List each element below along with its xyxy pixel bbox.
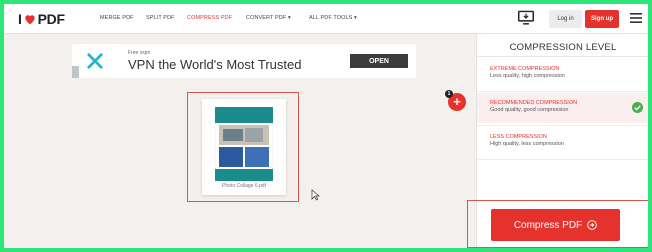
ad-open-button[interactable]: OPEN (350, 54, 408, 68)
nav-split-pdf[interactable]: SPLIT PDF (146, 15, 175, 21)
option-divider (477, 125, 648, 126)
panel-divider (477, 56, 648, 57)
ad-close-x-icon (87, 53, 103, 69)
file-name-label: Photo Collage 6.pdf (222, 183, 266, 189)
monitor-icon[interactable] (517, 10, 535, 26)
nav-compress-pdf[interactable]: COMPRESS PDF (187, 15, 232, 21)
option-extreme-compression[interactable]: EXTREME COMPRESSION Less quality, high c… (477, 59, 648, 89)
vpn-ad-banner[interactable]: Free vspn VPN the World's Most Trusted O… (72, 44, 416, 78)
check-icon (632, 102, 643, 113)
file-count-badge: 1 (445, 90, 453, 98)
ilovepdf-logo[interactable]: I PDF (18, 11, 65, 27)
option-less-compression[interactable]: LESS COMPRESSION High quality, less comp… (477, 127, 648, 157)
logo-text-left: I (18, 11, 22, 27)
arrow-right-circle-icon (587, 220, 597, 230)
file-card[interactable]: Photo Collage 6.pdf (202, 99, 286, 195)
option-name: LESS COMPRESSION (490, 134, 547, 140)
option-recommended-compression[interactable]: RECOMMENDED COMPRESSION Good quality, go… (477, 93, 648, 123)
signup-button[interactable]: Sign up (585, 10, 619, 28)
heart-icon (24, 15, 35, 25)
option-desc: High quality, less compression (490, 141, 564, 147)
ad-headline: VPN the World's Most Trusted (128, 57, 302, 72)
option-name: RECOMMENDED COMPRESSION (490, 100, 578, 106)
login-button[interactable]: Log in (549, 10, 582, 28)
option-desc: Less quality, high compression (490, 73, 565, 79)
compress-pdf-button[interactable]: Compress PDF (491, 209, 620, 241)
logo-text-right: PDF (37, 11, 65, 27)
menu-icon[interactable] (630, 13, 642, 23)
ad-side-tab[interactable] (72, 66, 79, 78)
option-divider (477, 159, 648, 160)
nav-convert-pdf[interactable]: CONVERT PDF ▾ (246, 15, 291, 21)
nav-merge-pdf[interactable]: MERGE PDF (100, 15, 134, 21)
cursor-icon (311, 189, 320, 201)
option-divider (477, 91, 648, 92)
option-name: EXTREME COMPRESSION (490, 66, 560, 72)
panel-title: COMPRESSION LEVEL (509, 42, 617, 53)
option-desc: Good quality, good compression (490, 107, 569, 113)
app-frame: I PDF MERGE PDF SPLIT PDF COMPRESS PDF C… (4, 4, 648, 248)
nav-all-pdf-tools[interactable]: ALL PDF TOOLS ▾ (309, 15, 357, 21)
ad-sponsor-label: Free vspn (128, 50, 151, 56)
pdf-thumbnail (215, 107, 273, 181)
compress-button-label: Compress PDF (513, 219, 583, 231)
top-navbar: I PDF MERGE PDF SPLIT PDF COMPRESS PDF C… (4, 4, 648, 34)
